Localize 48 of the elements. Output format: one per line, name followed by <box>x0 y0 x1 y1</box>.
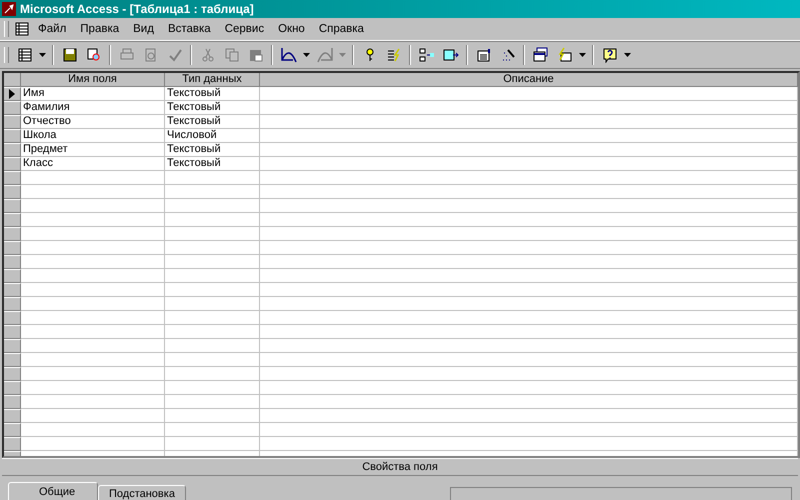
menu-item[interactable]: Сервис <box>218 21 270 37</box>
table-icon[interactable] <box>14 21 30 37</box>
caret-icon <box>39 53 46 57</box>
table-cell: Числовой <box>165 129 260 143</box>
windows-icon <box>532 47 548 63</box>
section-title: Свойства поля <box>2 458 798 476</box>
row-selector[interactable] <box>4 87 21 101</box>
magnifier-icon <box>86 47 102 63</box>
table-icon <box>16 47 32 63</box>
column-header: Описание <box>260 73 798 87</box>
scissors-icon <box>200 47 216 63</box>
menu-item[interactable]: Правка <box>74 21 126 37</box>
caret-icon <box>624 53 631 57</box>
table-cell: Фамилия <box>21 101 165 115</box>
caret-icon <box>303 53 310 57</box>
delete-row-icon <box>442 47 458 63</box>
menu-item[interactable]: Файл <box>32 21 72 37</box>
menu-item[interactable]: Справка <box>312 21 370 37</box>
copy-icon <box>224 47 240 63</box>
column-header: Имя поля <box>21 73 165 87</box>
clipboard-icon <box>248 47 264 63</box>
tab[interactable]: Общие <box>8 482 98 500</box>
table-cell: Текстовый <box>165 87 260 101</box>
tab[interactable]: Подстановка <box>98 485 186 500</box>
table-cell: Имя <box>21 87 165 101</box>
caret-icon <box>339 53 346 57</box>
table-cell: Предмет <box>21 143 165 157</box>
lightning-list-icon <box>386 47 402 63</box>
table-cell: Текстовый <box>165 157 260 171</box>
table-cell: Текстовый <box>165 115 260 129</box>
insert-row-icon <box>418 47 434 63</box>
question-bubble-icon <box>602 47 618 63</box>
table-cell: Отчество <box>21 115 165 129</box>
menu-item[interactable]: Окно <box>272 21 311 37</box>
window-title: Microsoft Access - [Таблица1 : таблица] <box>20 2 254 16</box>
lightning-form-icon <box>556 47 572 63</box>
properties-icon <box>476 47 492 63</box>
table-cell: Текстовый <box>165 101 260 115</box>
magnifier-page-icon <box>142 47 158 63</box>
column-header: Тип данных <box>165 73 260 87</box>
table-cell: Класс <box>21 157 165 171</box>
spell-check-icon <box>166 47 182 63</box>
table-cell: Школа <box>21 129 165 143</box>
current-row-arrow-icon <box>9 89 15 99</box>
table-cell: Текстовый <box>165 143 260 157</box>
menu-item[interactable]: Вставка <box>162 21 217 37</box>
caret-icon <box>579 53 586 57</box>
menu-item[interactable]: Вид <box>127 21 160 37</box>
